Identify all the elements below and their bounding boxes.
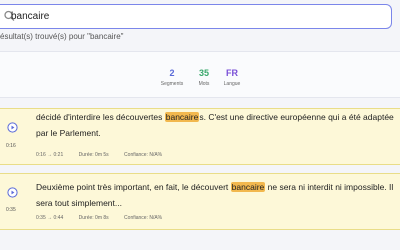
result-card[interactable]: 0:16 décidé d'interdire les découvertes …: [0, 108, 400, 165]
confidence: Confiance: N/A%: [124, 215, 163, 221]
timecode: 0:35: [6, 207, 16, 213]
confidence: Confiance: N/A%: [124, 152, 163, 158]
time-range: 0:16 → 0:21: [36, 152, 64, 158]
search-input[interactable]: [11, 7, 371, 25]
duration: Durée: 0m 8s: [78, 215, 109, 221]
result-meta: 0:16 → 0:21 Durée: 0m 5s Confiance: N/A%: [36, 152, 176, 158]
search-highlight: bancaire: [230, 182, 266, 192]
play-icon[interactable]: [7, 122, 18, 133]
stat-language-value: FR: [226, 68, 238, 78]
result-meta: 0:35 → 0:44 Durée: 0m 8s Confiance: N/A%: [36, 215, 176, 221]
result-text-before: Deuxième point très important, en fait, …: [36, 182, 231, 192]
result-text: Deuxième point très important, en fait, …: [36, 179, 396, 211]
results-count: ésultat(s) trouvé(s) pour "bancaire": [0, 32, 124, 41]
result-card[interactable]: 0:35 Deuxième point très important, en f…: [0, 173, 400, 230]
duration: Durée: 0m 5s: [78, 152, 109, 158]
stat-language-label: Langue: [223, 81, 241, 87]
search-highlight: bancaire: [164, 112, 200, 122]
play-icon[interactable]: [7, 187, 18, 198]
result-text-before: décidé d'interdire les découvertes: [36, 112, 165, 122]
stats-panel: 2 Segments 35 Mots FR Langue: [0, 51, 400, 98]
search-box[interactable]: [0, 4, 392, 29]
time-range: 0:35 → 0:44: [36, 215, 64, 221]
timecode: 0:16: [6, 143, 16, 149]
result-text: décidé d'interdire les découvertes banca…: [36, 109, 396, 141]
stat-language: FR Langue: [212, 68, 252, 87]
